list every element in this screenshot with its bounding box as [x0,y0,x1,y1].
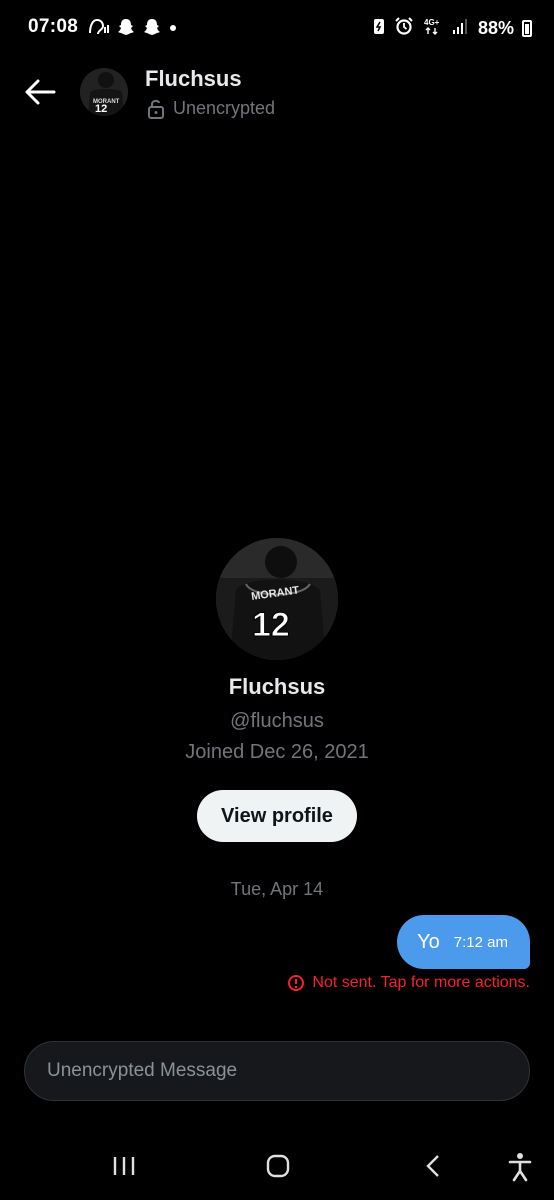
recent-apps-button[interactable] [104,1146,144,1186]
message-input[interactable] [47,1060,507,1082]
svg-text:12: 12 [95,103,107,115]
message-bubble[interactable]: Yo 7:12 am [397,915,530,969]
snapchat-icon [142,17,162,42]
message-text: Yo [417,930,440,953]
error-icon [288,975,305,991]
battery-percent: 88% [477,18,514,38]
accessibility-icon [508,1153,532,1182]
status-time: 07:08 [28,16,79,37]
status-right: 4G+ 88% [372,16,532,41]
back-arrow-icon [25,79,56,105]
message-not-sent-notice[interactable]: Not sent. Tap for more actions. [288,974,530,992]
header-name[interactable]: Fluchsus [145,66,242,92]
message-composer [24,1041,530,1101]
hearing-icon [86,17,110,42]
profile-handle: @fluchsus [230,710,324,732]
encryption-label: Unencrypted [173,98,276,118]
date-separator: Tue, Apr 14 [230,879,324,899]
battery-saver-icon [372,16,386,41]
profile-avatar[interactable]: MORANT 12 [216,538,338,660]
home-icon [266,1154,290,1178]
svg-text:4G+: 4G+ [424,18,440,27]
recent-apps-icon [113,1157,135,1175]
unlock-icon [148,99,164,119]
back-button[interactable] [22,76,58,108]
home-button[interactable] [258,1146,298,1186]
network-4g-icon: 4G+ [422,16,444,41]
conversation-header: MORANT 12 Fluchsus Unencrypted [0,62,554,122]
system-back-button[interactable] [414,1146,454,1186]
profile-name: Fluchsus [228,674,326,699]
signal-strength-icon [452,17,470,40]
profile-joined-date: Joined Dec 26, 2021 [185,741,369,763]
chevron-left-icon [426,1155,439,1177]
snapchat-icon [116,17,136,42]
profile-summary: MORANT 12 Fluchsus @fluchsus Joined Dec … [0,538,554,842]
status-bar: 07:08 4G+ 88% [0,0,554,56]
alarm-icon [394,16,414,41]
svg-text:12: 12 [252,606,290,644]
view-profile-button[interactable]: View profile [197,790,357,842]
header-avatar[interactable]: MORANT 12 [80,68,128,116]
more-notifications-dot-icon [168,17,178,42]
message-time: 7:12 am [453,933,508,951]
encryption-status: Unencrypted [147,98,275,119]
notification-icons [86,17,178,42]
system-nav-bar [0,1128,554,1200]
battery-icon [522,20,532,37]
accessibility-button[interactable] [500,1146,540,1186]
not-sent-text: Not sent. Tap for more actions. [312,974,530,991]
